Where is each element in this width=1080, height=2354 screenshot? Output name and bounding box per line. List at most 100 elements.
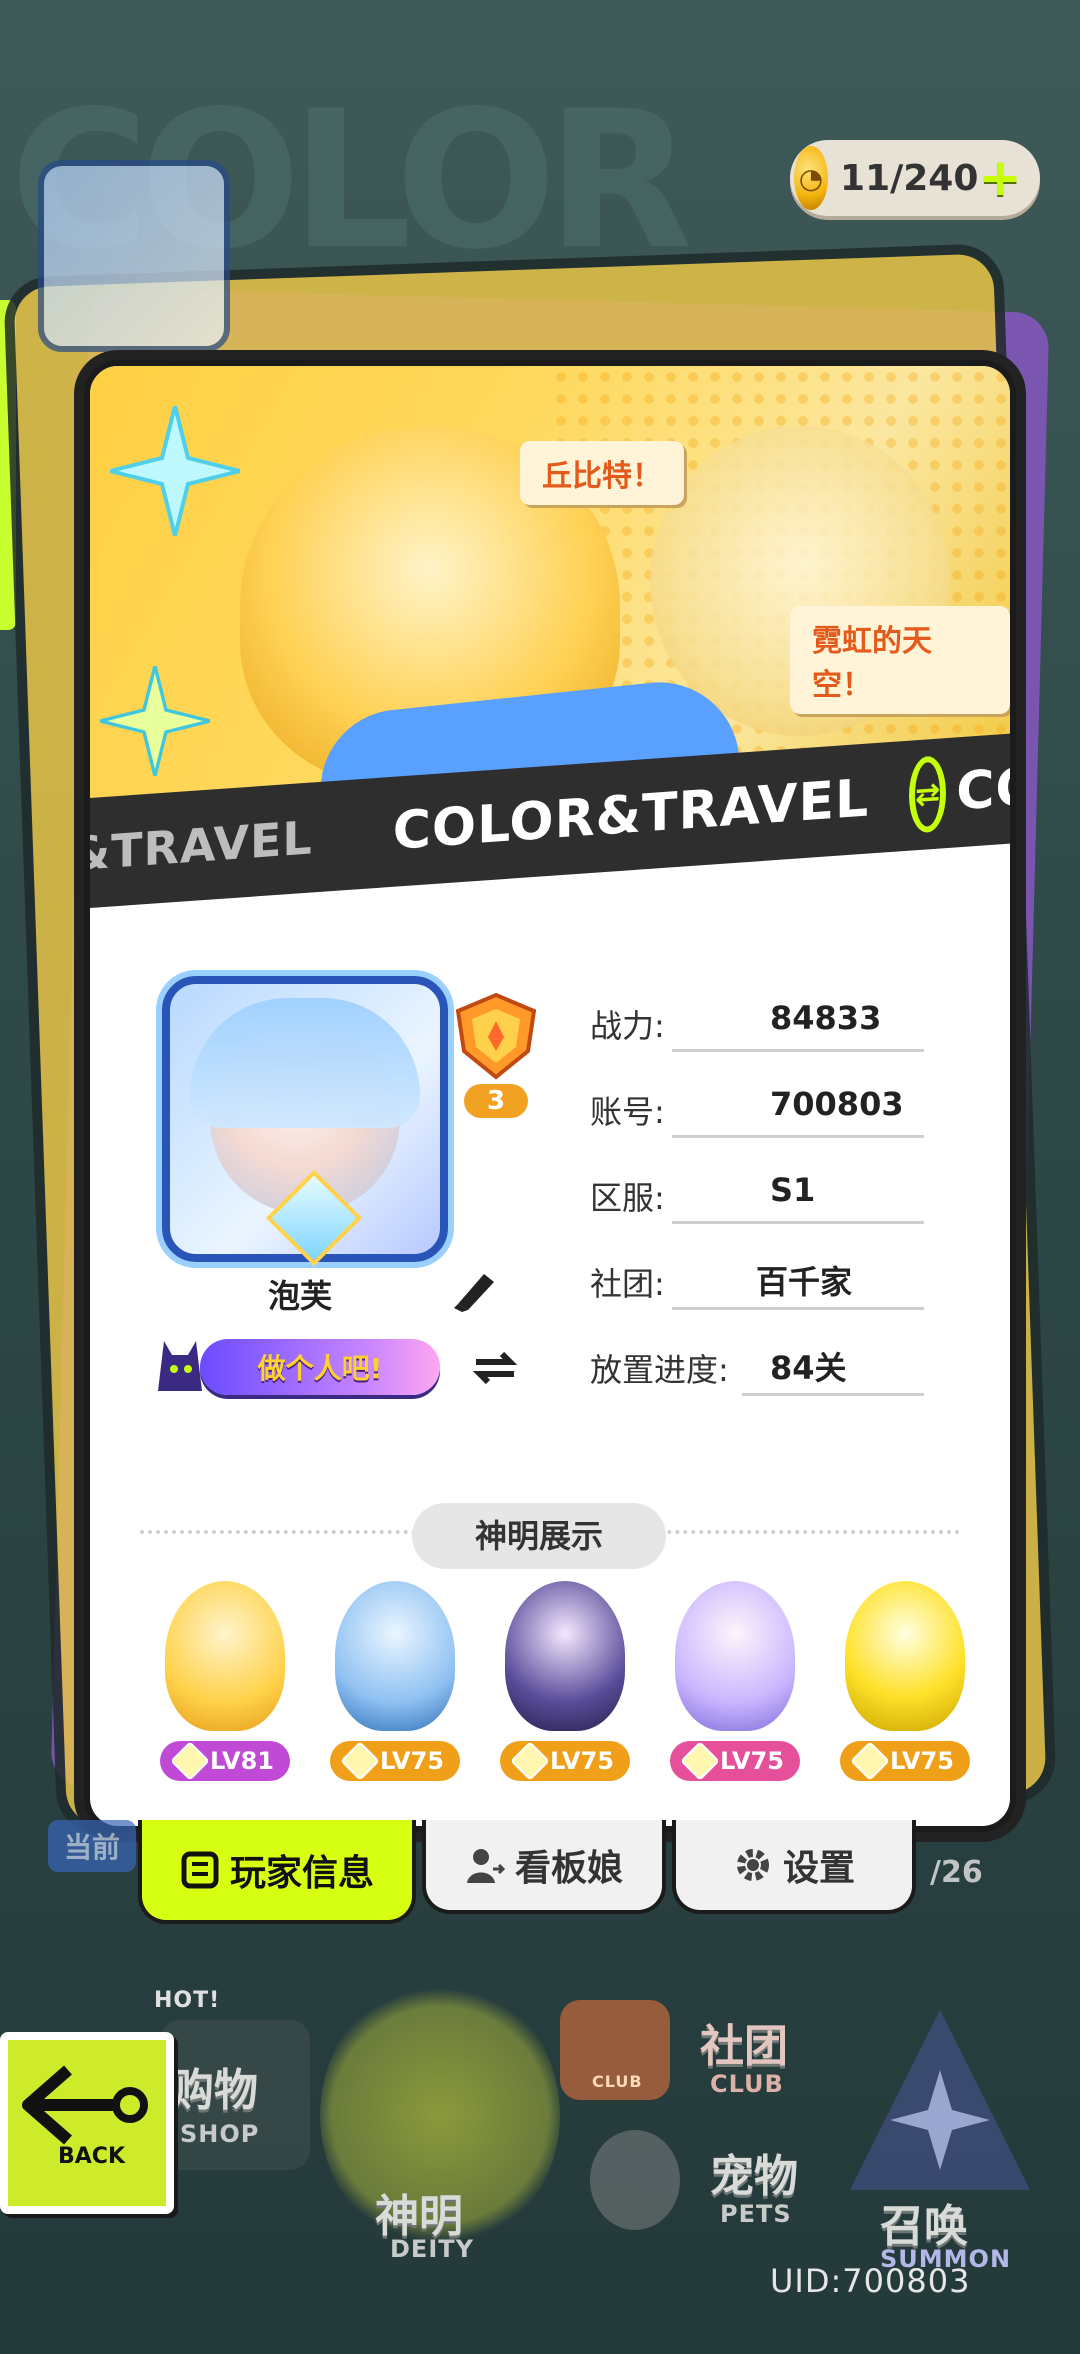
coin-icon: ◔ — [794, 146, 829, 210]
deity-portrait — [845, 1581, 965, 1731]
stat-label: 账号: — [590, 1093, 665, 1131]
speech-bubble-1: 丘比特！ — [520, 441, 684, 505]
gear-icon — [736, 1849, 769, 1881]
stat-value: 700803 — [770, 1085, 904, 1123]
stat-underline — [672, 1049, 924, 1052]
nav-club[interactable]: CLUB 社团 CLUB — [550, 1990, 850, 2130]
tab-label: 玩家信息 — [229, 1853, 374, 1894]
deity-level-badge: LV75 — [330, 1741, 460, 1781]
stat-label: 放置进度: — [590, 1351, 729, 1389]
switch-motto-icon[interactable] — [470, 1346, 520, 1390]
deity-card[interactable]: LV75 — [320, 1571, 470, 1801]
gem-icon — [170, 1741, 210, 1781]
stat-underline — [672, 1307, 924, 1310]
stat-power: 战力: 84833 — [590, 991, 990, 1077]
deity-level: LV75 — [890, 1747, 954, 1775]
side-label-count: /26 — [930, 1855, 983, 1890]
deity-card[interactable]: LV75 — [830, 1571, 980, 1801]
motto-banner[interactable]: 做个人吧! — [150, 1321, 450, 1411]
stamina-amount: 11/240 — [840, 157, 979, 199]
stat-value: S1 — [770, 1171, 816, 1209]
stat-value: 84关 — [770, 1349, 847, 1387]
nav-label-en: DEITY — [390, 2235, 474, 2263]
deity-card[interactable]: LV75 — [660, 1571, 810, 1801]
nav-label-en: CLUB — [710, 2070, 784, 2098]
side-label-current: 当前 — [48, 1820, 137, 1872]
gem-icon — [680, 1741, 720, 1781]
nav-label-cn: 社团 — [700, 2021, 788, 2072]
club-badge: CLUB — [592, 2072, 643, 2091]
stat-label: 战力: — [590, 1007, 665, 1045]
uid-label: UID:700803 — [770, 2262, 971, 2300]
back-arrow-icon — [22, 2065, 148, 2145]
nav-summon[interactable]: 召唤 SUMMON — [840, 2000, 1040, 2273]
summon-star-icon — [850, 2010, 1030, 2190]
player-info-card: 丘比特！ 霓虹的天空！ &TRAVEL COLOR&TRAVEL ⇄ CO 3 … — [84, 360, 1016, 1832]
tab-mascot[interactable]: 看板娘 — [422, 1820, 666, 1914]
nav-shop[interactable]: HOT! 购物 SHOP — [154, 1988, 330, 2190]
ribbon-text-main: COLOR&TRAVEL — [392, 768, 870, 862]
nav-deity[interactable]: 神明 DEITY — [310, 1950, 570, 2280]
deity-level: LV75 — [550, 1747, 614, 1775]
left-edge-tab — [0, 300, 16, 630]
stat-underline — [672, 1221, 924, 1224]
back-button[interactable]: BACK — [0, 2032, 174, 2214]
speech-bubble-2: 霓虹的天空！ — [790, 606, 1010, 714]
deity-card[interactable]: LV81 — [150, 1571, 300, 1801]
player-stats: 战力: 84833 账号: 700803 区服: S1 社团: 百千家 放置进度… — [590, 991, 990, 1421]
stat-label: 社团: — [590, 1265, 665, 1303]
profile-tabs: 玩家信息 看板娘 设置 — [138, 1820, 918, 1924]
nav-label-en: PETS — [720, 2200, 792, 2228]
gem-icon — [510, 1741, 550, 1781]
deity-level: LV81 — [210, 1747, 274, 1775]
stat-value: 百千家 — [756, 1263, 853, 1301]
background-avatar — [38, 160, 230, 352]
ribbon-text-left: &TRAVEL — [84, 810, 313, 882]
deity-list: LV81 LV75 LV75 LV75 LV75 — [150, 1571, 980, 1801]
id-card-icon — [181, 1851, 219, 1889]
gem-icon — [850, 1741, 890, 1781]
tab-label: 看板娘 — [514, 1848, 623, 1889]
rank-badge-icon — [455, 992, 537, 1080]
tab-settings[interactable]: 设置 — [672, 1820, 916, 1914]
player-name: 泡芙 — [268, 1277, 333, 1315]
tab-player-info[interactable]: 玩家信息 — [138, 1820, 416, 1924]
hot-tag: HOT! — [154, 1988, 221, 2013]
stat-club: 社团: 百千家 — [590, 1249, 990, 1335]
ribbon-logo-icon: ⇄ — [909, 755, 947, 834]
gem-icon — [340, 1741, 380, 1781]
stat-server: 区服: S1 — [590, 1163, 990, 1249]
sparkle-icon — [100, 666, 210, 776]
stat-account: 账号: 700803 — [590, 1077, 990, 1163]
deity-level: LV75 — [380, 1747, 444, 1775]
user-swap-icon — [466, 1849, 505, 1883]
deity-portrait — [165, 1581, 285, 1731]
back-label: BACK — [58, 2144, 125, 2169]
deity-portrait — [335, 1581, 455, 1731]
nav-label-en: SHOP — [180, 2120, 260, 2148]
rank-level: 3 — [464, 1084, 528, 1118]
stamina-currency: ◔ 11/240 + — [790, 140, 1040, 216]
nav-pets[interactable]: 宠物 PETS — [560, 2130, 860, 2260]
tab-label: 设置 — [782, 1848, 855, 1889]
deity-level-badge: LV75 — [670, 1741, 800, 1781]
deity-level-badge: LV81 — [160, 1741, 290, 1781]
stat-underline — [742, 1393, 924, 1396]
deity-level-badge: LV75 — [840, 1741, 970, 1781]
stat-underline — [672, 1135, 924, 1138]
deity-portrait — [505, 1581, 625, 1731]
add-stamina-button[interactable]: + — [978, 148, 1022, 208]
stat-idle-progress: 放置进度: 84关 — [590, 1335, 990, 1421]
deity-level-badge: LV75 — [500, 1741, 630, 1781]
stat-label: 区服: — [590, 1179, 665, 1217]
edit-name-icon[interactable] — [450, 1266, 500, 1312]
ribbon-text-right: CO — [956, 756, 1016, 823]
sparkle-icon — [110, 406, 240, 536]
nav-label-cn: 购物 — [170, 2065, 258, 2116]
deity-card[interactable]: LV75 — [490, 1571, 640, 1801]
avatar-hair — [190, 998, 420, 1128]
deity-section-title: 神明展示 — [412, 1503, 666, 1569]
stat-value: 84833 — [770, 999, 882, 1037]
player-avatar[interactable] — [162, 976, 448, 1267]
motto-text: 做个人吧! — [200, 1339, 440, 1395]
